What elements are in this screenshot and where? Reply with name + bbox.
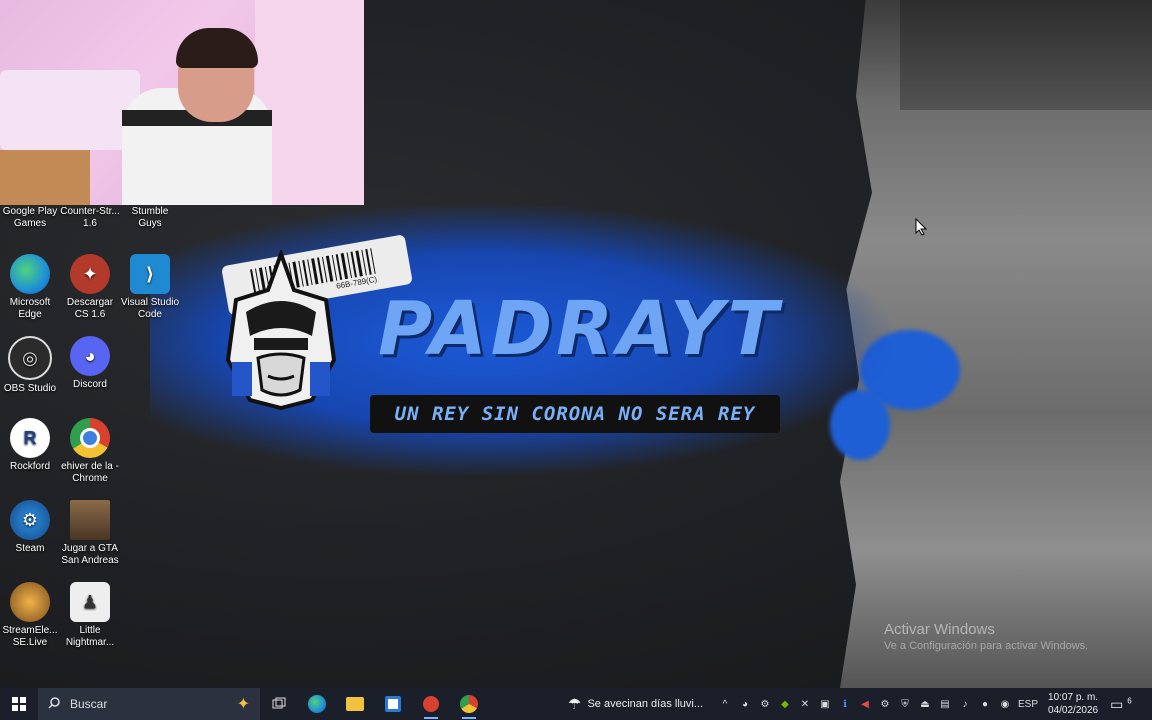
obs-icon: ◎ <box>8 336 52 380</box>
taskbar-microsoft-store[interactable] <box>374 688 412 720</box>
webcam-hair <box>176 28 258 68</box>
desktop-icon-label: Little Nightmar... <box>65 625 115 648</box>
desktop-icon-label: Google Play Games <box>2 206 58 229</box>
desktop-icon-streamelements[interactable]: StreamEle... SE.Live <box>0 582 60 649</box>
usb-tray-icon[interactable]: ⏏ <box>918 697 932 711</box>
activate-windows-subtitle: Ve a Configuración para activar Windows. <box>884 640 1089 652</box>
mouse-cursor-icon <box>915 217 928 241</box>
windows-logo-icon <box>12 697 26 711</box>
edge-icon <box>10 254 50 294</box>
desktop-icon-label: Stumble Guys <box>131 206 169 229</box>
steam-client-tray-icon[interactable]: ⚙ <box>878 697 892 711</box>
notification-icon: ▭ <box>1110 695 1124 712</box>
desktop-icon-little-nightmares[interactable]: ♟ Little Nightmar... <box>60 582 120 649</box>
discord-tray-icon[interactable]: ◕ <box>738 697 752 711</box>
taskbar-obs[interactable] <box>412 688 450 720</box>
task-view-icon <box>272 697 286 709</box>
webcam-overlay <box>0 0 364 205</box>
vscode-icon: ⟩ <box>130 254 170 294</box>
desktop-icon-label: StreamEle... SE.Live <box>2 625 58 648</box>
webcam-bed <box>0 70 140 150</box>
recording-app-icon <box>423 696 439 712</box>
network-muted-icon[interactable]: ✕ <box>798 697 812 711</box>
taskbar-edge[interactable] <box>298 688 336 720</box>
desktop-icon-google-play-games[interactable]: Google Play Games <box>0 206 60 230</box>
desktop-icon-vscode[interactable]: ⟩ Visual Studio Code <box>120 254 180 321</box>
windows-security-icon[interactable]: ⛨ <box>898 697 912 711</box>
folder-icon <box>346 697 364 711</box>
wallpaper-rock-shadow <box>900 0 1152 110</box>
streamelements-icon <box>10 582 50 622</box>
desktop-icon-descargar-cs[interactable]: ✦ Descargar CS 1.6 <box>60 254 120 321</box>
desktop-icon-label: ehiver de la - Chrome <box>61 461 119 484</box>
search-placeholder: Buscar <box>70 697 108 711</box>
clock-date: 04/02/2026 <box>1048 705 1099 716</box>
desktop-icon-label: Steam <box>15 543 45 554</box>
gta-icon <box>70 500 110 540</box>
input-language[interactable]: ESP <box>1018 699 1038 710</box>
chrome-icon <box>460 695 478 713</box>
taskbar-clock[interactable]: 10:07 p. m. 04/02/2026 <box>1048 691 1098 717</box>
taskbar-chrome[interactable] <box>450 688 488 720</box>
search-highlight-icon: ✦ <box>236 696 250 713</box>
chevron-up-icon[interactable]: ^ <box>718 697 732 711</box>
activate-windows-title: Activar Windows <box>884 621 995 638</box>
desktop-icon-label: Descargar CS 1.6 <box>66 297 114 320</box>
speaker-muted-tray-icon[interactable]: ◀ <box>858 697 872 711</box>
start-button[interactable] <box>0 688 38 720</box>
store-icon <box>385 696 401 712</box>
desktop-icon-label: Discord <box>73 379 107 390</box>
microphone-icon[interactable]: ● <box>978 697 992 711</box>
desktop-icon-label: Visual Studio Code <box>120 297 180 320</box>
weather-text: Se avecinan días lluvi... <box>587 698 704 710</box>
little-nightmares-icon: ♟ <box>70 582 110 622</box>
desktop-icon-stumble-guys[interactable]: Stumble Guys <box>120 206 180 230</box>
steam-tray-icon[interactable]: ⚙ <box>758 697 772 711</box>
desktop-icon-obs-studio[interactable]: ◎ OBS Studio <box>0 336 60 395</box>
desktop-icon-microsoft-edge[interactable]: Microsoft Edge <box>0 254 60 321</box>
task-view-button[interactable] <box>260 688 298 720</box>
desktop-icon-chrome[interactable]: ehiver de la - Chrome <box>60 418 120 485</box>
desktop-icon-label: Counter-Str... 1.6 <box>60 206 120 229</box>
activate-windows-watermark: Activar Windows Ve a Configuración para … <box>884 621 1088 652</box>
umbrella-icon: ☂ <box>568 696 582 713</box>
edge-icon <box>308 695 326 713</box>
volume-icon[interactable]: ♪ <box>958 697 972 711</box>
desktop-icon-gta-san-andreas[interactable]: Jugar a GTA San Andreas <box>60 500 120 567</box>
search-icon <box>48 696 60 712</box>
banner-title: PADRAYT <box>378 286 782 372</box>
rockford-icon: R <box>10 418 50 458</box>
info-tray-icon[interactable]: ℹ <box>838 697 852 711</box>
system-tray: ^ ◕ ⚙ ◆ ✕ ▣ ℹ ◀ ⚙ ⛨ ⏏ ▤ ♪ ● ◉ <box>718 697 1012 711</box>
desktop-icon-rockford[interactable]: R Rockford <box>0 418 60 473</box>
desktop-icon-label: OBS Studio <box>3 383 57 394</box>
nvidia-tray-icon[interactable]: ◆ <box>778 697 792 711</box>
clock-time: 10:07 p. m. <box>1048 692 1099 703</box>
desktop-icon-label: Microsoft Edge <box>9 297 51 320</box>
banner-subtitle: UN REY SIN CORONA NO SERA REY <box>370 395 780 433</box>
webcam-chair <box>0 150 90 205</box>
taskbar-weather-widget[interactable]: ☂ Se avecinan días lluvi... <box>568 695 718 713</box>
notification-count: 6 <box>1127 695 1132 705</box>
chrome-tray-icon[interactable]: ◉ <box>998 697 1012 711</box>
wifi-icon[interactable]: ▤ <box>938 697 952 711</box>
taskbar: Buscar ✦ ☂ Se avecinan días lluvi... ^ ◕… <box>0 688 1152 720</box>
discord-icon: ◕ <box>70 336 110 376</box>
desktop-icon-steam[interactable]: ⚙ Steam <box>0 500 60 555</box>
chrome-icon <box>70 418 110 458</box>
desktop-icon-label: Jugar a GTA San Andreas <box>61 543 119 566</box>
samurai-logo <box>216 248 346 411</box>
taskbar-search-box[interactable]: Buscar ✦ <box>38 688 260 720</box>
desktop-icon-discord[interactable]: ◕ Discord <box>60 336 120 391</box>
monitor-tray-icon[interactable]: ▣ <box>818 697 832 711</box>
taskbar-file-explorer[interactable] <box>336 688 374 720</box>
steam-icon: ⚙ <box>10 500 50 540</box>
desktop-icon-counter-strike[interactable]: Counter-Str... 1.6 <box>60 206 120 230</box>
counter-strike-icon: ✦ <box>70 254 110 294</box>
notification-center-button[interactable]: ▭ 6 <box>1110 696 1132 713</box>
desktop-icon-label: Rockford <box>9 461 50 472</box>
